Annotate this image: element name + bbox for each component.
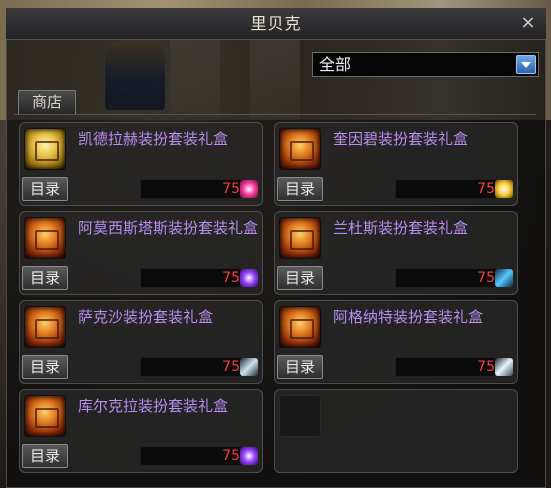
- item-level: 75: [477, 359, 495, 375]
- empty-item-slot: [279, 395, 321, 437]
- catalog-button[interactable]: 目录: [277, 355, 323, 379]
- item-card[interactable]: 萨克沙装扮套装礼盒 目录 75: [19, 300, 263, 384]
- empty-item-card: [274, 389, 518, 473]
- close-icon[interactable]: ×: [518, 13, 538, 33]
- giftbox-icon[interactable]: [24, 217, 66, 259]
- item-level: 75: [477, 181, 495, 197]
- purple-orb-icon: [240, 447, 258, 465]
- giftbox-icon[interactable]: [279, 217, 321, 259]
- item-name: 奎因碧装扮套装礼盒: [333, 130, 469, 148]
- purple-orb-icon: [240, 269, 258, 287]
- item-card[interactable]: 库尔克拉装扮套装礼盒 目录 75: [19, 389, 263, 473]
- item-card[interactable]: 阿格纳特装扮套装礼盒 目录 75: [274, 300, 518, 384]
- category-dropdown-value: 全部: [319, 55, 352, 74]
- giftbox-icon[interactable]: [24, 306, 66, 348]
- ice-icon: [495, 358, 513, 376]
- item-card[interactable]: 奎因碧装扮套装礼盒 目录 75: [274, 122, 518, 206]
- blue-wind-icon: [495, 269, 513, 287]
- item-level: 75: [222, 359, 240, 375]
- item-card[interactable]: 凯德拉赫装扮套装礼盒 目录 75: [19, 122, 263, 206]
- gold-badge-icon: [495, 180, 513, 198]
- item-name: 库尔克拉装扮套装礼盒: [78, 397, 229, 415]
- catalog-button[interactable]: 目录: [22, 177, 68, 201]
- chevron-down-icon[interactable]: [516, 55, 536, 74]
- catalog-button[interactable]: 目录: [277, 266, 323, 290]
- item-level: 75: [222, 448, 240, 464]
- catalog-button[interactable]: 目录: [277, 177, 323, 201]
- item-level: 75: [222, 181, 240, 197]
- tab-divider: [14, 114, 536, 115]
- item-name: 凯德拉赫装扮套装礼盒: [78, 130, 229, 148]
- catalog-button[interactable]: 目录: [22, 355, 68, 379]
- giftbox-icon[interactable]: [24, 395, 66, 437]
- item-name: 阿格纳特装扮套装礼盒: [333, 308, 484, 326]
- item-name: 阿莫西斯塔斯装扮套装礼盒: [78, 219, 259, 237]
- item-card[interactable]: 阿莫西斯塔斯装扮套装礼盒 目录 75: [19, 211, 263, 295]
- item-name: 兰杜斯装扮套装礼盒: [333, 219, 469, 237]
- catalog-button[interactable]: 目录: [22, 266, 68, 290]
- giftbox-icon[interactable]: [279, 306, 321, 348]
- item-name: 萨克沙装扮套装礼盒: [78, 308, 214, 326]
- sword-icon: [240, 358, 258, 376]
- giftbox-icon[interactable]: [279, 128, 321, 170]
- tab-shop[interactable]: 商店: [18, 90, 76, 114]
- window-title: 里贝克: [250, 14, 302, 33]
- item-card[interactable]: 兰杜斯装扮套装礼盒 目录 75: [274, 211, 518, 295]
- pink-gem-icon: [240, 180, 258, 198]
- catalog-button[interactable]: 目录: [22, 444, 68, 468]
- item-level: 75: [477, 270, 495, 286]
- title-bar[interactable]: 里贝克 ×: [6, 8, 546, 40]
- category-dropdown[interactable]: 全部: [312, 52, 539, 77]
- item-level: 75: [222, 270, 240, 286]
- gold-giftbox-icon[interactable]: [24, 128, 66, 170]
